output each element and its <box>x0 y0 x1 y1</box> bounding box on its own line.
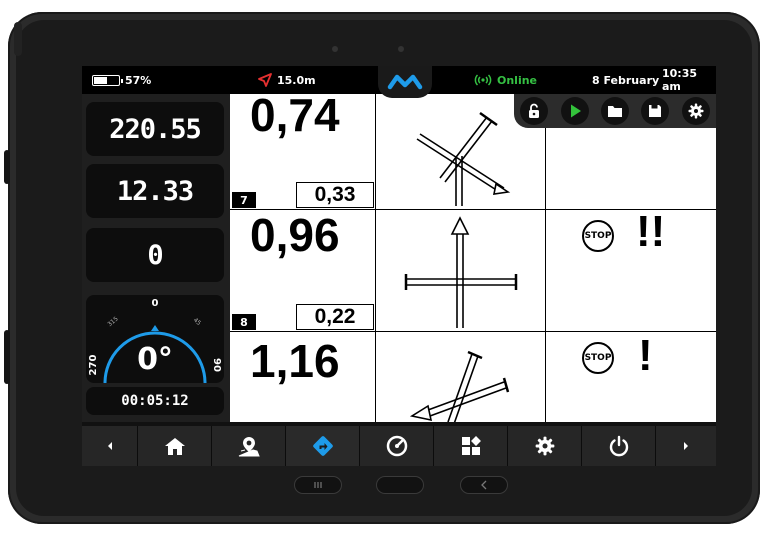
app-logo-tab[interactable] <box>378 66 432 98</box>
toolbar <box>514 94 716 128</box>
widgets-icon <box>461 436 481 455</box>
grid-cell-alert-row-2[interactable]: STOP !! <box>546 210 716 332</box>
save-icon <box>649 105 662 117</box>
side-button[interactable] <box>4 150 10 184</box>
navigation-icon <box>312 436 333 456</box>
connection-label: Online <box>497 73 538 87</box>
row-3-value: 1,16 <box>250 335 340 387</box>
compass-widget: 0 315 45 270 90 0° <box>86 295 224 383</box>
compass-north: 0 <box>152 298 159 309</box>
connection-status: Online <box>474 66 537 94</box>
grid-cell-orientation-row-2[interactable] <box>376 210 546 332</box>
left-panel: 220.55 12.33 0 0 315 45 270 90 0° 00:05:… <box>82 94 230 422</box>
play-icon <box>570 104 581 118</box>
power-icon <box>609 435 628 457</box>
save-button[interactable] <box>641 97 670 125</box>
data-grid: 0,74 7 0,33 0,96 8 0,22 STOP !! 1,16 STO… <box>230 89 716 425</box>
nav-prev-button[interactable] <box>82 426 138 466</box>
stop-sign-icon: STOP <box>582 342 614 374</box>
folder-icon <box>607 106 622 117</box>
chevron-left-icon <box>107 442 112 450</box>
row-1-value: 0,74 <box>250 89 340 141</box>
stop-sign-icon: STOP <box>582 220 614 252</box>
orientation-diagram-icon <box>404 216 518 328</box>
back-icon <box>481 480 487 490</box>
nav-widgets-button[interactable] <box>434 426 508 466</box>
elapsed-timer: 00:05:12 <box>86 387 224 415</box>
battery-icon <box>92 74 123 86</box>
row-1-index: 7 <box>232 192 256 208</box>
battery-fill <box>94 76 107 84</box>
orientation-diagram-icon <box>409 350 510 425</box>
chevron-right-icon <box>684 442 688 450</box>
app-logo-icon <box>387 74 423 90</box>
nav-home-button[interactable] <box>138 426 212 466</box>
row-2-subvalue: 0,22 <box>296 304 374 330</box>
row-3-alert-mark: ! <box>638 331 653 380</box>
grid-cell-value-row-1[interactable]: 0,74 7 0,33 <box>230 89 376 210</box>
value-display-1: 220.55 <box>86 102 224 156</box>
nav-map-button[interactable] <box>212 426 286 466</box>
grid-cell-alert-row-3[interactable]: STOP ! <box>546 332 716 422</box>
antenna <box>14 22 22 56</box>
home-icon <box>164 438 185 455</box>
grid-cell-orientation-row-3[interactable] <box>376 332 546 425</box>
compass-heading: 0° <box>137 342 173 377</box>
front-camera <box>398 46 404 52</box>
gear-icon <box>688 103 704 119</box>
gps-arrow-icon <box>258 73 272 87</box>
distance-value: 15.0m <box>277 73 316 87</box>
row-2-value: 0,96 <box>250 209 340 261</box>
gauge-icon <box>386 435 407 457</box>
nav-navigation-button[interactable] <box>286 426 360 466</box>
compass-nw: 315 <box>106 315 119 328</box>
row-2-alert-mark: !! <box>636 207 666 256</box>
play-button[interactable] <box>560 97 589 125</box>
row-1-subvalue: 0,33 <box>296 182 374 208</box>
side-button[interactable] <box>4 330 10 384</box>
recent-apps-button[interactable] <box>294 476 342 494</box>
nav-settings-button[interactable] <box>508 426 582 466</box>
value-display-3: 0 <box>86 228 224 282</box>
screen: 57% 15.0m Online 8 February 10:35 am 220… <box>82 66 716 466</box>
time-label: 10:35 am <box>662 67 698 93</box>
row-2-index: 8 <box>232 314 256 330</box>
camera-sensor <box>332 46 338 52</box>
grid-cell-value-row-3[interactable]: 1,16 <box>230 332 376 422</box>
battery-percent: 57% <box>125 73 152 87</box>
signal-icon <box>474 74 492 86</box>
nav-power-button[interactable] <box>582 426 656 466</box>
compass-dial: 0 315 45 270 90 0° <box>88 298 222 383</box>
value-display-2: 12.33 <box>86 164 224 218</box>
compass-east: 90 <box>211 358 222 372</box>
battery-tip <box>121 78 123 83</box>
back-button[interactable] <box>460 476 508 494</box>
battery-status: 57% <box>92 66 151 94</box>
settings-button[interactable] <box>681 97 710 125</box>
map-pin-icon <box>238 437 260 457</box>
folder-button[interactable] <box>600 97 629 125</box>
home-hardware-button[interactable] <box>376 476 424 494</box>
unlock-icon <box>529 103 540 118</box>
nav-next-button[interactable] <box>656 426 716 466</box>
compass-ne: 45 <box>192 317 202 327</box>
grid-cell-value-row-2[interactable]: 0,96 8 0,22 <box>230 210 376 332</box>
heading-marker-icon <box>151 325 159 331</box>
date-label: 8 February <box>592 73 660 87</box>
unlock-button[interactable] <box>520 97 549 125</box>
recent-apps-icon <box>314 482 322 488</box>
nav-gauge-button[interactable] <box>360 426 434 466</box>
bottom-navigation <box>82 426 716 466</box>
compass-west: 270 <box>88 355 99 376</box>
gear-icon <box>535 436 554 456</box>
